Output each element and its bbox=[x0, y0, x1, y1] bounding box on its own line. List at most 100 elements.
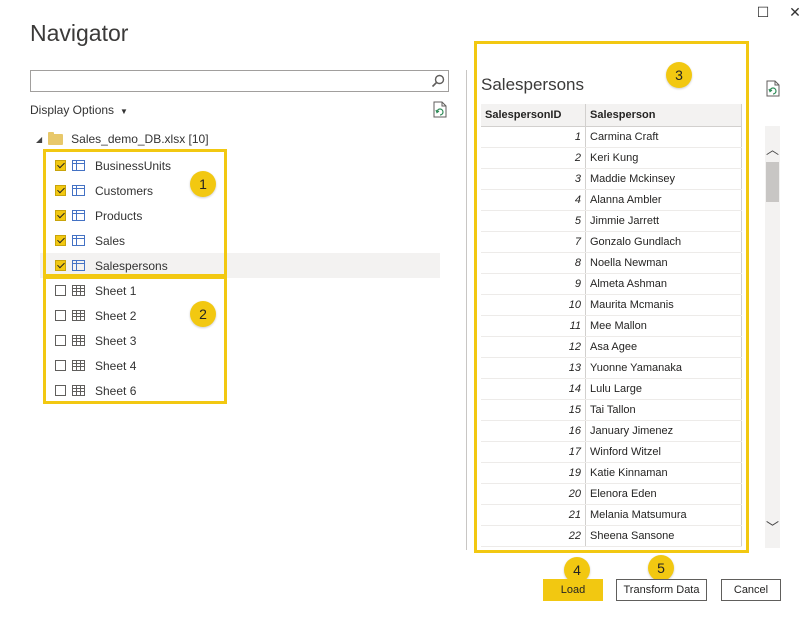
tree-item-salespersons[interactable]: Salespersons bbox=[40, 253, 440, 278]
collapse-triangle-icon[interactable]: ◢ bbox=[36, 135, 42, 144]
cell-salesperson-id: 21 bbox=[481, 504, 586, 526]
callout-badge-1: 1 bbox=[190, 171, 216, 197]
cell-salesperson-id: 7 bbox=[481, 231, 586, 253]
search-input[interactable] bbox=[35, 72, 429, 92]
cell-salesperson-id: 1 bbox=[481, 126, 586, 148]
table-row: 20 Elenora Eden bbox=[481, 483, 742, 505]
close-button[interactable]: ✕ bbox=[785, 2, 805, 22]
checkbox[interactable] bbox=[55, 310, 66, 321]
preview-refresh-icon[interactable] bbox=[766, 80, 780, 97]
scrollbar-thumb[interactable] bbox=[766, 162, 779, 202]
scroll-down-icon[interactable]: ﹀ bbox=[765, 518, 780, 535]
preview-table: SalespersonID Salesperson 1 Carmina Craft… bbox=[481, 104, 742, 547]
cancel-button[interactable]: Cancel bbox=[721, 579, 781, 601]
cell-salesperson-id: 2 bbox=[481, 147, 586, 169]
table-row: 1 Carmina Craft bbox=[481, 126, 742, 148]
table-row: 2 Keri Kung bbox=[481, 147, 742, 169]
column-header: SalespersonID bbox=[481, 104, 586, 127]
table-row: 8 Noella Newman bbox=[481, 252, 742, 274]
callout-badge-3: 3 bbox=[666, 62, 692, 88]
maximize-button[interactable]: ☐ bbox=[753, 2, 773, 22]
table-row: 21 Melania Matsumura bbox=[481, 504, 742, 526]
tree-item-businessunits[interactable]: BusinessUnits bbox=[50, 153, 171, 178]
cell-salesperson-id: 8 bbox=[481, 252, 586, 274]
transform-data-button[interactable]: Transform Data bbox=[616, 579, 707, 601]
cell-salesperson-name: Keri Kung bbox=[585, 147, 742, 169]
tree-item-label: BusinessUnits bbox=[95, 158, 172, 173]
table-row: 9 Almeta Ashman bbox=[481, 273, 742, 295]
cell-salesperson-id: 16 bbox=[481, 420, 586, 442]
checkbox[interactable] bbox=[55, 160, 66, 171]
tree-item-label: Salespersons bbox=[95, 258, 168, 273]
vertical-scrollbar[interactable]: ︿ ﹀ bbox=[765, 126, 780, 548]
tree-item-sheet-4[interactable]: Sheet 4 bbox=[50, 353, 136, 378]
tree-root-workbook[interactable]: ◢ Sales_demo_DB.xlsx [10] bbox=[36, 131, 209, 146]
tree-item-customers[interactable]: Customers bbox=[50, 178, 153, 203]
cell-salesperson-name: Sheena Sansone bbox=[585, 525, 742, 547]
cell-salesperson-id: 19 bbox=[481, 462, 586, 484]
checkbox[interactable] bbox=[55, 185, 66, 196]
load-button[interactable]: Load bbox=[543, 579, 603, 601]
cell-salesperson-name: Mee Mallon bbox=[585, 315, 742, 337]
tree-item-label: Sheet 1 bbox=[95, 283, 137, 298]
cell-salesperson-id: 13 bbox=[481, 357, 586, 379]
cell-salesperson-name: Carmina Craft bbox=[585, 126, 742, 148]
pane-divider[interactable] bbox=[466, 70, 467, 550]
column-header: Salesperson bbox=[585, 104, 742, 127]
close-icon: ✕ bbox=[789, 3, 801, 20]
checkbox[interactable] bbox=[55, 285, 66, 296]
tree-item-label: Sheet 4 bbox=[95, 358, 137, 373]
cell-salesperson-name: Noella Newman bbox=[585, 252, 742, 274]
checkbox[interactable] bbox=[55, 210, 66, 221]
cell-salesperson-id: 11 bbox=[481, 315, 586, 337]
chevron-down-icon: ▼ bbox=[120, 107, 128, 116]
tree-item-sheet-2[interactable]: Sheet 2 bbox=[50, 303, 136, 328]
sheet-icon bbox=[72, 335, 85, 346]
tree-item-label: Sales bbox=[95, 233, 126, 248]
checkbox[interactable] bbox=[55, 260, 66, 271]
cell-salesperson-name: January Jimenez bbox=[585, 420, 742, 442]
tree-item-label: Sheet 6 bbox=[95, 383, 137, 398]
tree-item-sales[interactable]: Sales bbox=[50, 228, 125, 253]
tree-item-sheet-6[interactable]: Sheet 6 bbox=[50, 378, 136, 403]
cell-salesperson-name: Maurita Mcmanis bbox=[585, 294, 742, 316]
cell-salesperson-name: Yuonne Yamanaka bbox=[585, 357, 742, 379]
cell-salesperson-id: 17 bbox=[481, 441, 586, 463]
table-row: 10 Maurita Mcmanis bbox=[481, 294, 742, 316]
table-icon bbox=[72, 235, 85, 246]
cell-salesperson-name: Asa Agee bbox=[585, 336, 742, 358]
checkbox[interactable] bbox=[55, 335, 66, 346]
checkbox[interactable] bbox=[55, 360, 66, 371]
table-row: 11 Mee Mallon bbox=[481, 315, 742, 337]
checkbox[interactable] bbox=[55, 385, 66, 396]
display-options-menu[interactable]: Display Options ▼ bbox=[30, 103, 128, 117]
cell-salesperson-name: Alanna Ambler bbox=[585, 189, 742, 211]
cell-salesperson-name: Almeta Ashman bbox=[585, 273, 742, 295]
cell-salesperson-id: 9 bbox=[481, 273, 586, 295]
search-icon[interactable] bbox=[431, 74, 445, 88]
tree-item-sheet-3[interactable]: Sheet 3 bbox=[50, 328, 136, 353]
cell-salesperson-id: 14 bbox=[481, 378, 586, 400]
maximize-icon: ☐ bbox=[756, 3, 770, 20]
checkbox[interactable] bbox=[55, 235, 66, 246]
cell-salesperson-name: Winford Witzel bbox=[585, 441, 742, 463]
cell-salesperson-name: Jimmie Jarrett bbox=[585, 210, 742, 232]
table-icon bbox=[72, 160, 85, 171]
tree-item-products[interactable]: Products bbox=[50, 203, 142, 228]
search-box[interactable] bbox=[30, 70, 449, 92]
cell-salesperson-name: Elenora Eden bbox=[585, 483, 742, 505]
table-row: 12 Asa Agee bbox=[481, 336, 742, 358]
tree-item-label: Products bbox=[95, 208, 143, 223]
table-row: 15 Tai Tallon bbox=[481, 399, 742, 421]
cell-salesperson-id: 15 bbox=[481, 399, 586, 421]
preview-title: Salespersons bbox=[481, 75, 585, 94]
callout-badge-2: 2 bbox=[190, 301, 216, 327]
cell-salesperson-name: Maddie Mckinsey bbox=[585, 168, 742, 190]
cell-salesperson-id: 12 bbox=[481, 336, 586, 358]
tree-item-sheet-1[interactable]: Sheet 1 bbox=[50, 278, 136, 303]
table-row: 19 Katie Kinnaman bbox=[481, 462, 742, 484]
refresh-icon[interactable] bbox=[433, 101, 447, 118]
scroll-up-icon[interactable]: ︿ bbox=[765, 140, 780, 157]
workbook-label: Sales_demo_DB.xlsx [10] bbox=[71, 132, 209, 146]
cell-salesperson-name: Lulu Large bbox=[585, 378, 742, 400]
